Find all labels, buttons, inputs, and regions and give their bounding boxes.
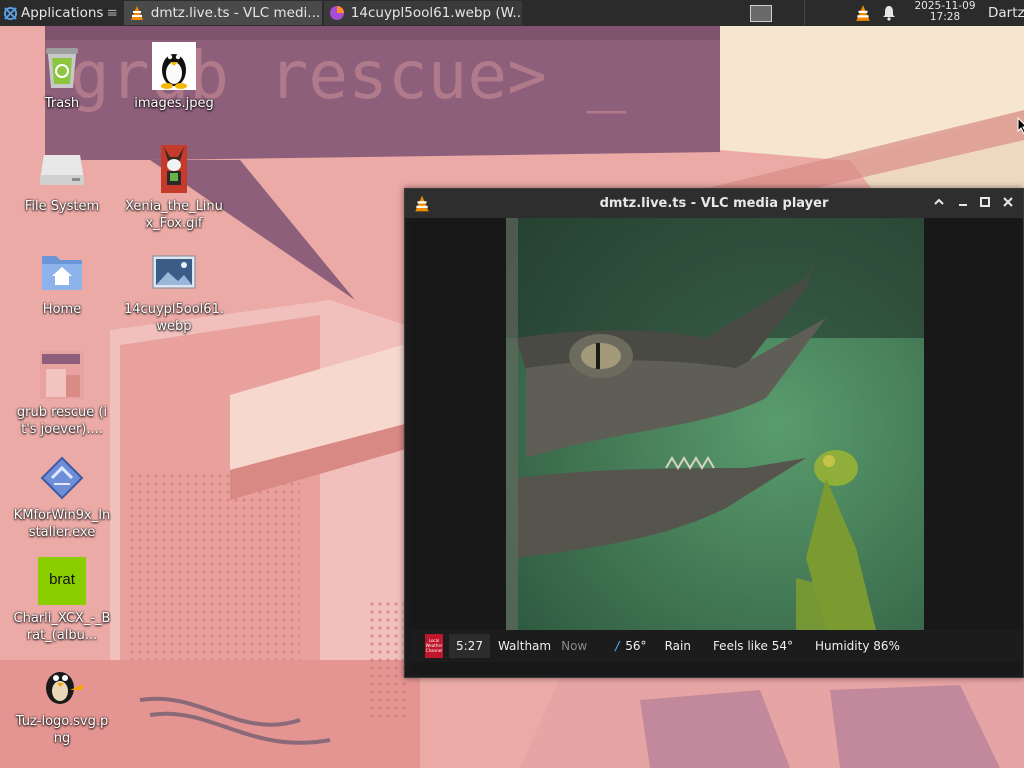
ticker-time: 5:27 bbox=[449, 634, 490, 658]
vlc-titlebar[interactable]: dmtz.live.ts - VLC media player bbox=[405, 189, 1023, 218]
desktop-icon-kmforwin9x[interactable]: KMforWin9x_Installer.exe bbox=[12, 454, 112, 541]
trash-icon bbox=[46, 48, 78, 88]
chevron-up-icon bbox=[934, 198, 944, 205]
ticker-condition: Rain bbox=[664, 639, 691, 653]
ticker-city: Waltham bbox=[497, 639, 552, 653]
ticker-feels-like: Feels like 54° bbox=[712, 639, 794, 653]
desktop-icon-label: Tuz-logo.svg.png bbox=[15, 714, 109, 746]
maximize-icon bbox=[980, 197, 990, 207]
applications-menu-button[interactable]: Applications ≡ bbox=[0, 0, 122, 26]
minimize-icon bbox=[959, 204, 967, 206]
desktop-icon-label: Charli_XCX_-_Brat_(albu... bbox=[13, 611, 111, 643]
tuz-logo-icon bbox=[46, 672, 84, 704]
vlc-tray-icon[interactable] bbox=[854, 4, 872, 22]
mouse-cursor-icon bbox=[1017, 117, 1024, 135]
desktop-icon-label: 14cuypl5ool61.webp bbox=[124, 302, 224, 334]
desktop-icon-label: Xenia_the_Linux_Fox.gif bbox=[125, 199, 223, 231]
xfce-menu-icon bbox=[3, 6, 18, 20]
video-frame-crocodile bbox=[506, 218, 924, 630]
desktop-icon-images-jpeg[interactable]: images.jpeg bbox=[124, 42, 224, 112]
weather-channel-brand: Local Weather Channel bbox=[425, 638, 443, 653]
desktop-icon-home[interactable]: Home bbox=[12, 248, 112, 318]
firefox-icon bbox=[329, 6, 344, 20]
panel-clock[interactable]: 2025-11-09 17:28 bbox=[906, 1, 984, 23]
window-maximize-button[interactable] bbox=[975, 194, 995, 214]
desktop-icon-label: KMforWin9x_Installer.exe bbox=[13, 508, 111, 540]
brat-cover-text: brat bbox=[49, 571, 75, 588]
window-close-button[interactable] bbox=[998, 194, 1018, 214]
desktop-icon-charli-brat[interactable]: brat Charli_XCX_-_Brat_(albu... bbox=[12, 557, 112, 644]
home-folder-icon bbox=[42, 256, 82, 290]
workspace-switcher[interactable] bbox=[750, 5, 772, 22]
weather-ticker: Local Weather Channel 5:27 Waltham Now /… bbox=[410, 630, 1022, 662]
image-file-icon bbox=[152, 255, 196, 289]
exe-icon bbox=[40, 456, 84, 500]
vlc-window: dmtz.live.ts - VLC media player Local We… bbox=[404, 188, 1024, 678]
notification-bell-icon[interactable] bbox=[882, 5, 896, 21]
desktop-icon-trash[interactable]: Trash bbox=[12, 42, 112, 112]
vlc-icon bbox=[130, 6, 143, 20]
desktop-icon-label: Home bbox=[42, 302, 82, 317]
desktop-icon-file-system[interactable]: File System bbox=[12, 145, 112, 215]
wallpaper-thumb-icon bbox=[40, 351, 84, 399]
top-panel: Applications ≡ dmtz.live.ts - VLC medi..… bbox=[0, 0, 1024, 26]
rain-drop-icon: / bbox=[615, 639, 620, 653]
desktop-icon-tuz-logo[interactable]: Tuz-logo.svg.png bbox=[12, 660, 112, 747]
applications-label: Applications bbox=[21, 5, 104, 21]
user-menu[interactable]: Dartz bbox=[988, 5, 1024, 21]
close-icon bbox=[1003, 197, 1013, 207]
tux-image-icon bbox=[152, 42, 196, 90]
taskbar-item-vlc[interactable]: dmtz.live.ts - VLC medi... bbox=[123, 1, 322, 25]
desktop-icon-grub-rescue[interactable]: grub rescue (it's joever).... bbox=[12, 351, 112, 438]
brat-cover-icon: brat bbox=[38, 557, 86, 605]
ticker-now: Now bbox=[561, 639, 588, 653]
ticker-temperature: 56° bbox=[625, 639, 647, 653]
desktop-icon-label: grub rescue (it's joever).... bbox=[16, 405, 108, 437]
desktop-icon-webp[interactable]: 14cuypl5ool61.webp bbox=[124, 248, 224, 335]
taskbar-item-label: 14cuypl5ool61.webp (W... bbox=[350, 5, 522, 21]
drive-icon bbox=[40, 155, 84, 185]
taskbar-item-image-viewer[interactable]: 14cuypl5ool61.webp (W... bbox=[323, 1, 522, 25]
taskbar-item-label: dmtz.live.ts - VLC medi... bbox=[150, 5, 321, 21]
clock-time: 17:28 bbox=[929, 11, 961, 23]
menu-separator-icon: ≡ bbox=[106, 5, 118, 21]
desktop-icon-xenia-gif[interactable]: Xenia_the_Linux_Fox.gif bbox=[124, 145, 224, 232]
weather-channel-logo: Local Weather Channel bbox=[425, 634, 443, 658]
vlc-video-area[interactable]: Local Weather Channel 5:27 Waltham Now /… bbox=[410, 218, 1022, 674]
desktop-icon-label: images.jpeg bbox=[134, 96, 214, 111]
fox-image-icon bbox=[161, 145, 187, 193]
desktop-icon-label: File System bbox=[24, 199, 100, 214]
ticker-humidity: Humidity 86% bbox=[815, 639, 900, 653]
panel-separator bbox=[804, 0, 805, 26]
window-shade-button[interactable] bbox=[929, 194, 949, 214]
desktop-icon-label: Trash bbox=[44, 96, 80, 111]
window-minimize-button[interactable] bbox=[953, 194, 973, 214]
